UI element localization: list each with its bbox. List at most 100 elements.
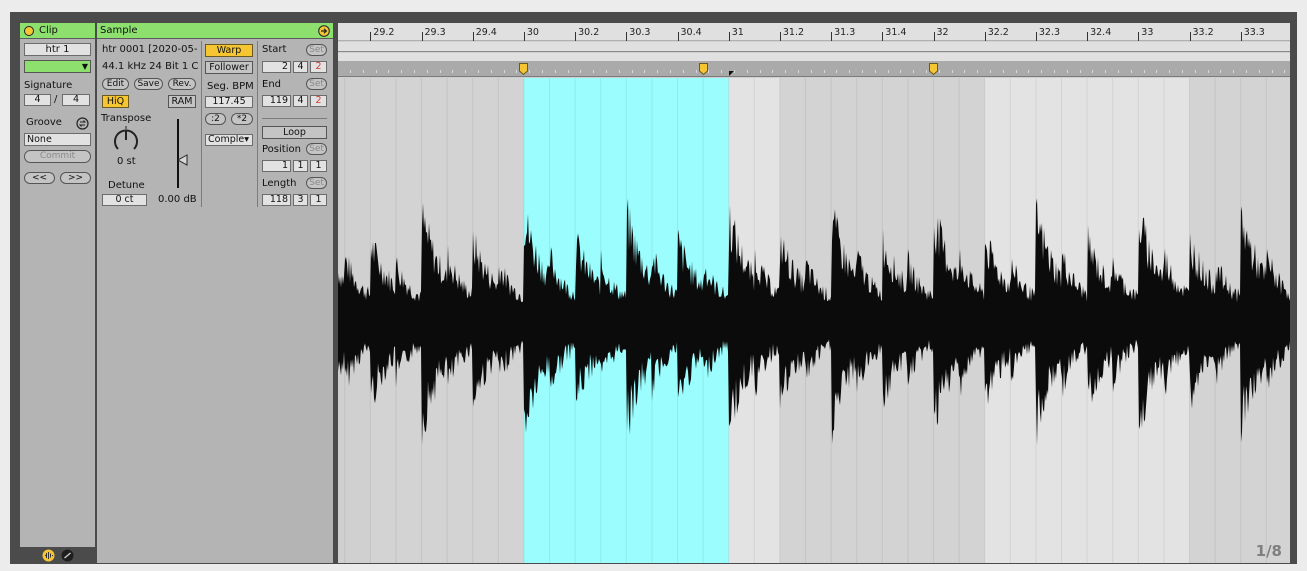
prev-clip-button[interactable]: << — [24, 172, 55, 184]
start-sixteenth-field[interactable]: 2 — [310, 61, 327, 73]
position-beat-field[interactable]: 1 — [293, 160, 308, 172]
marker-strip-tick — [887, 70, 889, 73]
hiq-button[interactable]: HiQ — [102, 95, 129, 108]
seg-bpm-label: Seg. BPM — [207, 81, 254, 92]
edit-button[interactable]: Edit — [102, 78, 129, 90]
sample-view-icon[interactable] — [42, 549, 55, 562]
warp-mode-selector[interactable]: Comple▾ — [205, 134, 253, 146]
page-indicator: 1/8 — [1255, 542, 1282, 560]
clip-name-field[interactable]: htr 1 — [24, 43, 91, 56]
signature-label: Signature — [24, 80, 73, 91]
ruler-label: 33.2 — [1192, 27, 1214, 38]
marker-strip-tick — [554, 70, 556, 73]
ruler-label: 32.4 — [1090, 27, 1112, 38]
save-button[interactable]: Save — [134, 78, 163, 90]
expand-arrow-icon[interactable] — [318, 25, 330, 37]
marker-strip-tick — [1066, 70, 1068, 73]
transpose-knob[interactable] — [111, 125, 141, 155]
ruler-spacer — [338, 53, 1290, 61]
marker-strip-tick — [1002, 70, 1004, 73]
position-sixteenth-field[interactable]: 1 — [310, 160, 327, 172]
ruler-label: 30.3 — [629, 27, 651, 38]
marker-strip-tick — [529, 70, 531, 73]
clip-activator-button[interactable] — [24, 26, 34, 36]
commit-button[interactable]: Commit — [24, 150, 91, 163]
sample-editor[interactable]: 29.2 29.3 29.4 30 30.2 30.3 30.4 31 31.2 31.3 31.4… — [338, 23, 1290, 563]
signature-numerator[interactable]: 4 — [24, 94, 51, 106]
marker-strip-tick — [951, 70, 953, 73]
double-tempo-button[interactable]: *2 — [231, 113, 253, 125]
marker-strip-tick — [862, 70, 863, 73]
waveform-display[interactable] — [338, 78, 1290, 563]
ruler-label: 32 — [936, 27, 949, 38]
groove-hot-swap-icon[interactable] — [76, 117, 89, 130]
warp-marker-icon[interactable] — [929, 63, 938, 75]
end-set-button[interactable]: Set — [306, 78, 327, 90]
marker-strip-tick — [362, 70, 364, 73]
start-bar-field[interactable]: 2 — [262, 61, 291, 73]
ruler-tick — [421, 32, 423, 41]
column-divider-2 — [257, 41, 258, 207]
clip-header: Clip — [20, 23, 95, 39]
marker-strip-tick — [1182, 70, 1183, 73]
marker-strip-tick — [1028, 70, 1030, 73]
length-sixteenth-field[interactable]: 1 — [310, 194, 327, 206]
signature-separator: / — [54, 94, 58, 105]
ruler-tick — [1138, 32, 1140, 41]
marker-strip-tick — [759, 70, 761, 73]
warp-marker-icon[interactable] — [698, 63, 708, 75]
gain-fader-handle[interactable] — [177, 154, 189, 166]
ruler-label: 30.4 — [680, 27, 702, 38]
ram-button[interactable]: RAM — [168, 95, 196, 108]
length-bar-field[interactable]: 118 — [262, 194, 291, 206]
marker-strip-tick — [874, 70, 876, 73]
length-beat-field[interactable]: 3 — [293, 194, 308, 206]
start-beat-field[interactable]: 4 — [293, 61, 308, 73]
warp-marker-strip[interactable] — [338, 61, 1290, 77]
detune-field[interactable]: 0 ct — [102, 194, 147, 206]
clip-color-chooser[interactable]: ▼ — [24, 60, 91, 73]
ruler-label: 31.3 — [834, 27, 856, 38]
marker-strip-tick — [452, 70, 454, 73]
end-beat-field[interactable]: 4 — [293, 95, 308, 107]
position-set-button[interactable]: Set — [306, 143, 327, 155]
marker-strip-tick — [926, 70, 927, 73]
marker-strip-tick — [836, 70, 838, 73]
end-bar-field[interactable]: 119 — [262, 95, 291, 107]
marker-strip-tick — [798, 70, 799, 73]
waveform[interactable] — [338, 78, 1290, 563]
beat-time-ruler[interactable]: 29.2 29.3 29.4 30 30.2 30.3 30.4 31 31.2 31.3 31.4… — [338, 23, 1290, 41]
marker-strip-tick — [426, 70, 428, 73]
marker-strip-tick — [849, 70, 851, 73]
marker-strip-tick — [465, 70, 467, 73]
ruler-label: 31.4 — [885, 27, 907, 38]
envelopes-view-icon[interactable] — [61, 549, 74, 562]
marker-strip-tick — [593, 70, 595, 73]
end-label: End — [262, 79, 282, 90]
groove-selector[interactable]: None — [24, 133, 91, 146]
seg-bpm-field[interactable]: 117.45 — [205, 96, 253, 108]
next-clip-button[interactable]: >> — [60, 172, 91, 184]
marker-strip-tick — [1169, 70, 1171, 73]
marker-strip-tick — [1156, 70, 1158, 73]
warp-marker-icon[interactable] — [519, 63, 529, 75]
warp-button[interactable]: Warp — [205, 44, 253, 57]
ruler-label: 29.2 — [373, 27, 395, 38]
loop-button[interactable]: Loop — [262, 126, 327, 139]
reverse-button[interactable]: Rev. — [168, 78, 196, 90]
marker-strip-tick — [1118, 70, 1119, 73]
length-set-button[interactable]: Set — [306, 177, 327, 189]
position-bar-field[interactable]: 1 — [262, 160, 291, 172]
scroll-zoom-bar[interactable] — [338, 42, 1290, 52]
signature-denominator[interactable]: 4 — [62, 94, 90, 106]
marker-strip-tick — [1143, 70, 1145, 73]
start-set-button[interactable]: Set — [306, 44, 327, 56]
ruler-tick — [1189, 32, 1191, 41]
clip-title: Clip — [39, 25, 58, 36]
ruler-tick — [984, 32, 986, 41]
loop-end-icon[interactable] — [728, 71, 738, 83]
follower-button[interactable]: Follower — [205, 61, 253, 74]
end-sixteenth-field[interactable]: 2 — [310, 95, 327, 107]
half-tempo-button[interactable]: :2 — [205, 113, 226, 125]
ruler-tick — [882, 32, 884, 41]
